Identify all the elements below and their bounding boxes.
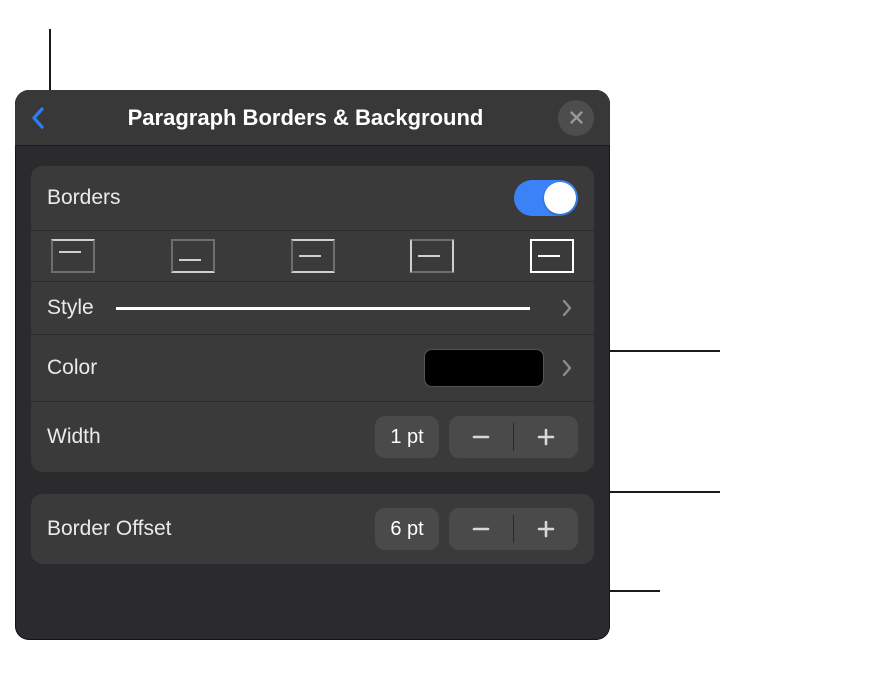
toggle-knob: [544, 182, 576, 214]
color-swatch[interactable]: [424, 349, 544, 387]
width-label: Width: [47, 425, 101, 449]
width-row: Width 1 pt: [31, 401, 594, 472]
borders-label: Borders: [47, 186, 121, 210]
plus-icon: [537, 428, 555, 446]
back-button[interactable]: [31, 106, 53, 130]
offset-decrement-button[interactable]: [449, 508, 513, 550]
offset-row: Border Offset 6 pt: [31, 494, 594, 564]
offset-value[interactable]: 6 pt: [375, 508, 439, 550]
paragraph-borders-background-panel: Paragraph Borders & Background Borders: [15, 90, 610, 640]
border-position-top-bottom[interactable]: [291, 239, 335, 273]
color-disclosure[interactable]: [556, 359, 578, 377]
minus-icon: [472, 520, 490, 538]
chevron-right-icon: [562, 299, 572, 317]
style-disclosure[interactable]: [556, 299, 578, 317]
offset-card: Border Offset 6 pt: [31, 494, 594, 564]
border-position-bottom[interactable]: [171, 239, 215, 273]
borders-toggle-row: Borders: [31, 166, 594, 230]
style-row[interactable]: Style: [31, 281, 594, 334]
border-position-top[interactable]: [51, 239, 95, 273]
style-preview-line: [116, 307, 530, 310]
width-increment-button[interactable]: [514, 416, 578, 458]
close-button[interactable]: [558, 100, 594, 136]
offset-stepper: [449, 508, 578, 550]
offset-increment-button[interactable]: [514, 508, 578, 550]
chevron-right-icon: [562, 359, 572, 377]
border-position-all[interactable]: [530, 239, 574, 273]
width-value[interactable]: 1 pt: [375, 416, 439, 458]
chevron-left-icon: [31, 106, 45, 130]
panel-title: Paragraph Borders & Background: [53, 105, 558, 131]
border-position-group: [51, 239, 574, 273]
plus-icon: [537, 520, 555, 538]
close-icon: [570, 111, 583, 124]
border-position-sides[interactable]: [410, 239, 454, 273]
style-label: Style: [47, 296, 94, 320]
panel-header: Paragraph Borders & Background: [15, 90, 610, 146]
callout-line: [49, 29, 51, 90]
width-decrement-button[interactable]: [449, 416, 513, 458]
offset-label: Border Offset: [47, 517, 172, 541]
color-label: Color: [47, 356, 97, 380]
borders-toggle[interactable]: [514, 180, 578, 216]
width-stepper: [449, 416, 578, 458]
borders-card: Borders: [31, 166, 594, 472]
minus-icon: [472, 428, 490, 446]
color-row[interactable]: Color: [31, 334, 594, 401]
border-position-row: [31, 230, 594, 281]
